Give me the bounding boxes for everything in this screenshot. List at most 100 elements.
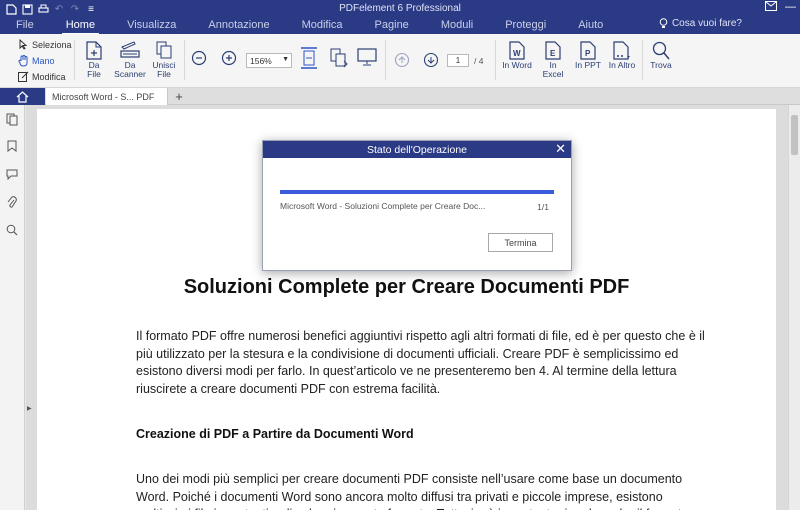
ribbon-separator	[642, 40, 643, 80]
document-heading: Creazione di PDF a Partire da Documenti …	[136, 427, 414, 441]
previous-page-button[interactable]	[394, 52, 410, 68]
select-tool[interactable]: Seleziona	[18, 39, 72, 50]
quick-menu-icon[interactable]: ≡	[84, 3, 98, 15]
cursor-icon	[19, 39, 28, 50]
page-view-button[interactable]	[330, 48, 348, 68]
add-tab-icon[interactable]: +	[172, 88, 186, 105]
thumbnails-icon[interactable]	[5, 112, 19, 126]
to-word-button[interactable]: W In Word	[502, 40, 532, 70]
print-icon[interactable]	[36, 3, 50, 15]
to-ppt-button[interactable]: P In PPT	[573, 40, 603, 70]
operation-status-dialog: Stato dell'Operazione ✕ Microsoft Word -…	[262, 140, 572, 271]
arrow-down-circle-icon	[423, 52, 439, 68]
minimize-icon[interactable]: —	[785, 1, 796, 14]
tell-me-label: Cosa vuoi fare?	[671, 18, 742, 29]
from-scanner-button[interactable]: Da Scanner	[114, 40, 146, 79]
ppt-file-icon: P	[580, 40, 596, 60]
to-other-button[interactable]: In Altro	[606, 40, 638, 70]
ribbon-separator	[74, 40, 75, 80]
window-controls: —	[765, 1, 796, 14]
from-scanner-label: Da Scanner	[114, 60, 146, 79]
document-paragraph: Uno dei modi più semplici per creare doc…	[136, 472, 688, 510]
zoom-out-button[interactable]	[191, 50, 207, 66]
menu-view[interactable]: Visualizza	[111, 18, 192, 34]
to-ppt-label: In PPT	[575, 60, 601, 70]
hand-icon	[18, 55, 28, 67]
dialog-file-name: Microsoft Word - Soluzioni Complete per …	[280, 201, 486, 211]
progress-fill	[280, 190, 554, 194]
ribbon-separator	[385, 40, 386, 80]
menu-forms[interactable]: Moduli	[425, 18, 489, 34]
zoom-out-icon	[191, 50, 207, 66]
undo-icon[interactable]: ↶	[52, 3, 66, 15]
ribbon-toolbar: Seleziona Mano Modifica Da File Da Scanne…	[0, 34, 800, 88]
presentation-button[interactable]	[357, 48, 377, 66]
to-word-label: In Word	[502, 60, 532, 70]
quick-access-toolbar: ↶ ↷ ≡	[4, 3, 100, 15]
vertical-scrollbar[interactable]	[788, 105, 800, 510]
monitor-icon	[357, 48, 377, 66]
svg-text:P: P	[585, 49, 591, 58]
app-title: PDFelement 6 Professional	[339, 3, 461, 14]
hand-tool-label: Mano	[32, 56, 55, 66]
main-menu: File Home Visualizza Annotazione Modific…	[0, 18, 619, 35]
excel-file-icon: E	[545, 40, 561, 60]
left-sidebar	[0, 105, 25, 510]
ribbon-separator	[495, 40, 496, 80]
attachment-icon[interactable]	[5, 195, 19, 209]
chevron-down-icon: ▼	[282, 56, 289, 63]
page-number-input[interactable]: 1	[447, 54, 469, 67]
comment-icon[interactable]	[5, 167, 19, 181]
svg-text:E: E	[550, 49, 556, 58]
zoom-select[interactable]: 156% ▼	[246, 53, 292, 68]
zoom-value: 156%	[250, 55, 272, 66]
select-tool-label: Seleziona	[32, 39, 72, 50]
bookmark-icon[interactable]	[5, 139, 19, 153]
from-file-button[interactable]: Da File	[82, 40, 106, 79]
combine-files-label: Unisci File	[152, 60, 176, 79]
dialog-title: Stato dell'Operazione	[366, 143, 468, 156]
mail-icon[interactable]	[765, 1, 777, 14]
home-icon	[16, 90, 29, 103]
svg-text:W: W	[513, 49, 521, 58]
scrollbar-thumb[interactable]	[791, 115, 798, 155]
hand-tool[interactable]: Mano	[18, 55, 55, 67]
document-tab[interactable]: Microsoft Word - S... PDF	[46, 88, 168, 105]
arrow-up-circle-icon	[394, 52, 410, 68]
pages-icon	[330, 48, 348, 68]
menu-file[interactable]: File	[0, 18, 50, 34]
find-button[interactable]: Trova	[648, 40, 674, 70]
menu-protect[interactable]: Proteggi	[489, 18, 562, 34]
lightbulb-icon	[659, 18, 668, 28]
pdf-logo-icon	[4, 3, 18, 15]
title-bar: ↶ ↷ ≡ PDFelement 6 Professional — File H…	[0, 0, 800, 35]
dialog-header: Stato dell'Operazione ✕	[263, 141, 571, 158]
home-tab[interactable]	[0, 88, 45, 105]
fit-width-icon	[301, 47, 317, 69]
redo-icon[interactable]: ↷	[68, 3, 82, 15]
page-total: / 4	[474, 56, 484, 66]
document-title: Soluzioni Complete per Creare Documenti …	[183, 276, 630, 298]
finish-button[interactable]: Termina	[488, 233, 553, 252]
combine-files-button[interactable]: Unisci File	[151, 40, 177, 79]
to-excel-label: In Excel	[542, 60, 564, 79]
menu-edit[interactable]: Modifica	[286, 18, 359, 34]
document-tabs: Microsoft Word - S... PDF +	[0, 88, 800, 105]
to-excel-button[interactable]: E In Excel	[538, 40, 568, 79]
close-icon[interactable]: ✕	[555, 142, 566, 156]
menu-pages[interactable]: Pagine	[359, 18, 425, 34]
search-panel-icon[interactable]	[5, 223, 19, 237]
fit-width-button[interactable]	[300, 47, 318, 69]
edit-tool[interactable]: Modifica	[18, 71, 66, 82]
document-paragraph: Il formato PDF offre numerosi benefici a…	[136, 329, 705, 396]
ribbon-separator	[184, 40, 185, 80]
tell-me-search[interactable]: Cosa vuoi fare?	[659, 18, 742, 29]
save-icon[interactable]	[20, 3, 34, 15]
new-file-icon	[86, 40, 102, 60]
menu-annotate[interactable]: Annotazione	[192, 18, 285, 34]
next-page-button[interactable]	[423, 52, 439, 68]
menu-help[interactable]: Aiuto	[562, 18, 619, 34]
zoom-in-button[interactable]	[221, 50, 237, 66]
expand-left-panel-icon[interactable]: ▶	[27, 405, 32, 412]
menu-home[interactable]: Home	[50, 18, 111, 35]
